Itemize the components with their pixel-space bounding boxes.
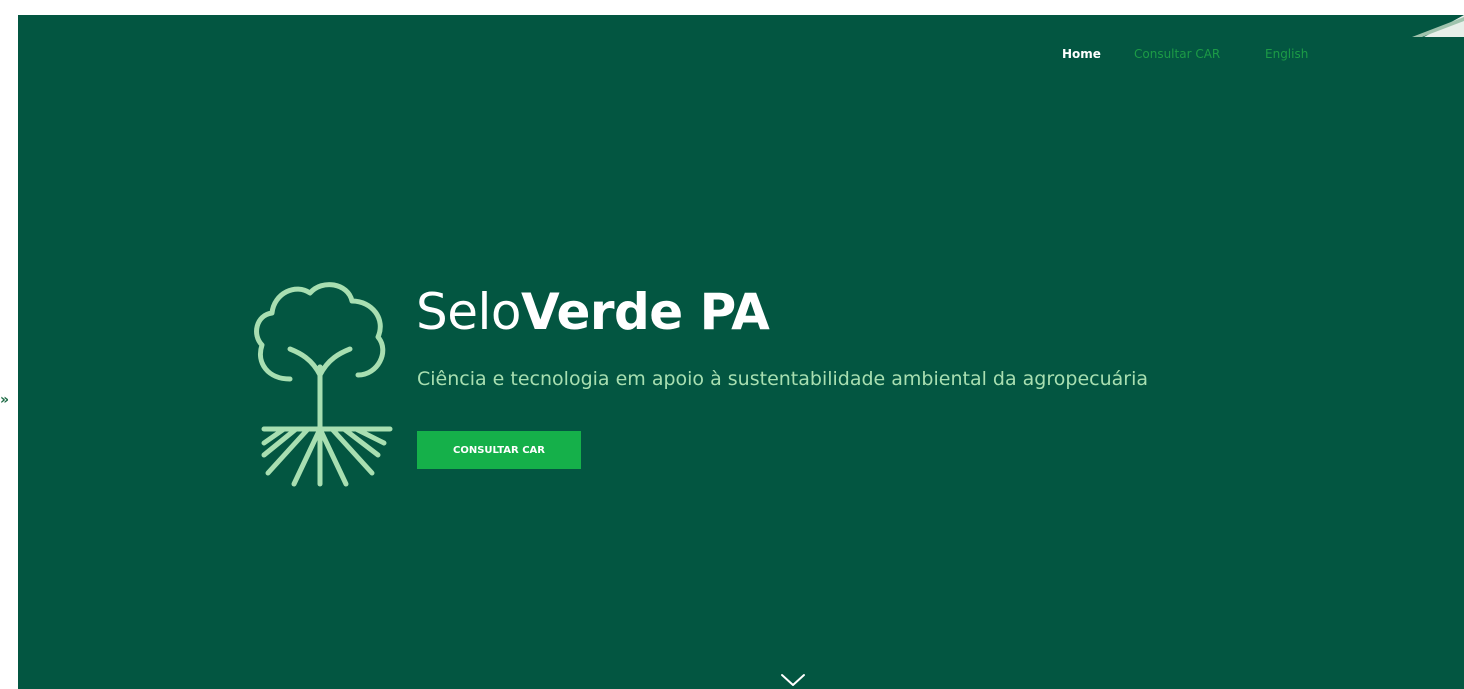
title-light: Selo: [416, 283, 521, 341]
double-chevron-right-icon: »: [0, 392, 10, 408]
title-bold: Verde PA: [520, 283, 770, 341]
tree-roots-icon: [254, 282, 393, 487]
consultar-car-button[interactable]: CONSULTAR CAR: [417, 431, 581, 469]
hero-section: Home Consultar CAR English SeloVerde PA …: [18, 15, 1464, 689]
nav-consultar-car-link[interactable]: Consultar CAR: [1134, 47, 1265, 61]
page-title: SeloVerde PA: [416, 283, 770, 341]
hero-subtitle: Ciência e tecnologia em apoio à sustenta…: [417, 368, 1148, 390]
chevron-down-icon[interactable]: [780, 672, 806, 688]
nav-language-link[interactable]: English: [1265, 47, 1308, 61]
top-navigation: Home Consultar CAR English: [1062, 47, 1308, 61]
corner-decoration: [1412, 15, 1464, 37]
nav-home-link[interactable]: Home: [1062, 47, 1134, 61]
